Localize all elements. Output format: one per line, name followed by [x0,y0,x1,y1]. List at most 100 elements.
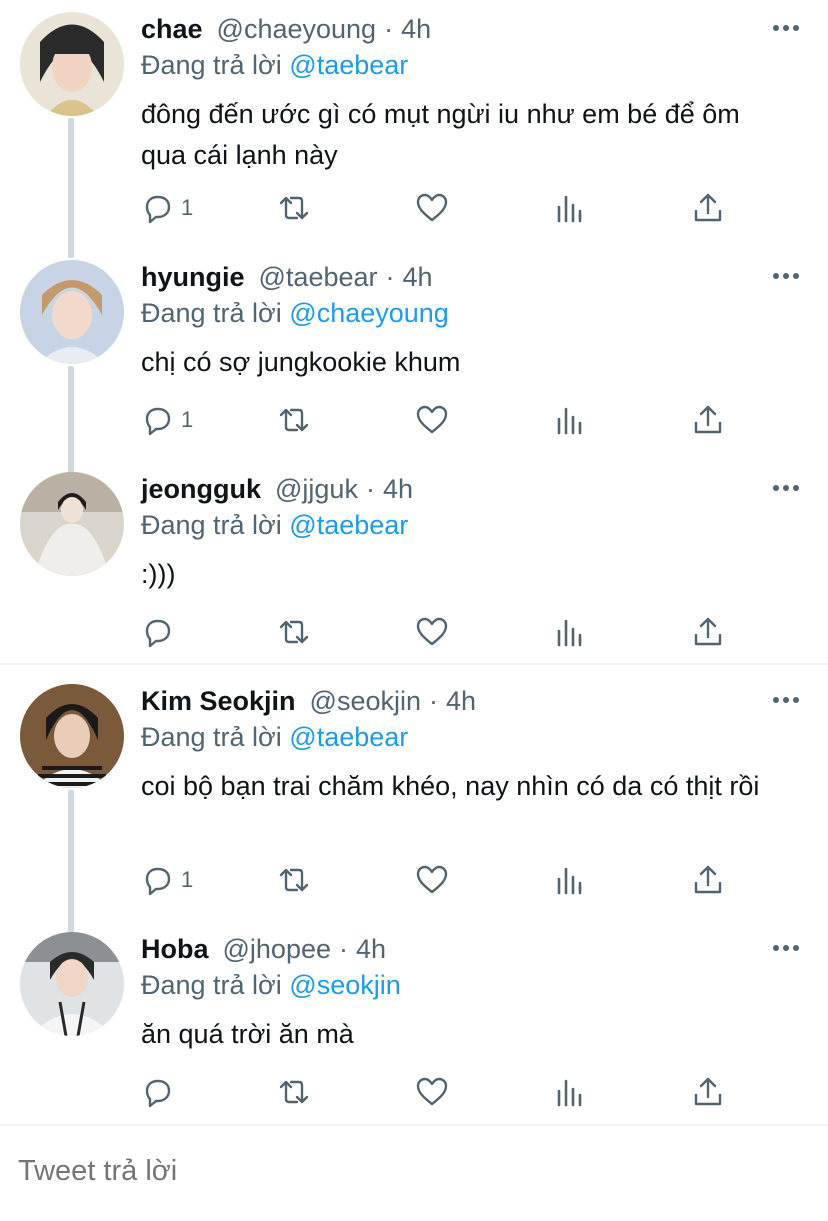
share-icon [694,617,722,646]
display-name[interactable]: jeongguk [141,474,261,504]
retweet-button[interactable] [277,402,311,438]
replying-to-label: Đang trả lời [141,510,282,540]
like-button[interactable] [415,862,449,898]
replying-to: Đang trả lời @taebear [141,508,408,542]
views-icon [557,195,582,223]
avatar[interactable] [20,932,124,1036]
display-name[interactable]: Kim Seokjin [141,686,296,716]
like-button[interactable] [415,402,449,438]
timestamp[interactable]: 4h [383,474,413,504]
reply-count: 1 [181,195,194,220]
reply-button[interactable]: 1 [141,402,193,438]
views-button[interactable] [553,402,587,438]
user-handle[interactable]: @jhopee [223,934,332,964]
tweet[interactable]: jeongguk @jjguk · 4h Đang trả lời @taebear … [0,460,828,664]
more-horizontal-icon[interactable] [772,18,800,38]
reply-button[interactable] [141,614,181,650]
retweet-button[interactable] [277,614,311,650]
share-icon [694,1077,722,1106]
user-handle[interactable]: @chaeyoung [217,14,377,44]
tweet[interactable]: Kim Seokjin @seokjin · 4h Đang trả lời @tae… [0,672,828,936]
views-icon [557,407,582,435]
user-handle[interactable]: @taebear [259,262,378,292]
reply-button[interactable]: 1 [141,190,193,226]
reply-icon [145,407,171,436]
mention-link[interactable]: @taebear [289,722,408,752]
retweet-icon [279,196,309,220]
reply-icon [145,867,171,896]
timestamp[interactable]: 4h [401,14,431,44]
tweet-header: Kim Seokjin @seokjin · 4h [141,684,476,718]
mention-link[interactable]: @seokjin [289,970,400,1000]
reply-count: 1 [181,867,194,892]
user-handle[interactable]: @seokjin [310,686,421,716]
share-icon [694,865,722,894]
user-handle[interactable]: @jjguk [275,474,358,504]
views-button[interactable] [553,862,587,898]
tweet-header: hyungie @taebear · 4h [141,260,433,294]
heart-icon [416,193,448,222]
separator-dot: · [385,262,395,292]
replying-to-label: Đang trả lời [141,722,282,752]
share-button[interactable] [691,862,725,898]
heart-icon [416,405,448,434]
views-button[interactable] [553,190,587,226]
tweet[interactable]: chae @chaeyoung · 4h Đang trả lời @taebear … [0,0,828,258]
replying-to: Đang trả lời @taebear [141,48,408,82]
mention-link[interactable]: @taebear [289,510,408,540]
like-button[interactable] [415,1074,449,1110]
tweet[interactable]: hyungie @taebear · 4h Đang trả lời @chaeyou… [0,248,828,476]
timestamp[interactable]: 4h [356,934,386,964]
more-horizontal-icon[interactable] [772,690,800,710]
reply-count: 1 [181,407,194,432]
separator-dot: · [365,474,375,504]
reply-input[interactable] [18,1155,798,1188]
share-button[interactable] [691,1074,725,1110]
replying-to-label: Đang trả lời [141,50,282,80]
retweet-button[interactable] [277,1074,311,1110]
heart-icon [416,865,448,894]
replying-to-label: Đang trả lời [141,970,282,1000]
timestamp[interactable]: 4h [403,262,433,292]
like-button[interactable] [415,190,449,226]
share-button[interactable] [691,190,725,226]
retweet-button[interactable] [277,862,311,898]
views-button[interactable] [553,1074,587,1110]
avatar[interactable] [20,684,124,788]
tweet[interactable]: Hoba @jhopee · 4h Đang trả lời @seokjin ăn … [0,920,828,1124]
views-icon [557,867,582,895]
thread-separator [0,663,828,665]
tweet-text: đông đến ước gì có mụt ngừi iu như em bé… [141,99,740,170]
share-icon [694,405,722,434]
display-name[interactable]: chae [141,14,203,44]
tweet-text: ăn quá trời ăn mà [141,1019,354,1049]
more-horizontal-icon[interactable] [772,478,800,498]
avatar[interactable] [20,260,124,364]
display-name[interactable]: hyungie [141,262,245,292]
share-button[interactable] [691,402,725,438]
reply-icon [145,1079,171,1108]
action-bar [141,1074,741,1110]
tweet-text: coi bộ bạn trai chăm khéo, nay nhìn có d… [141,771,760,801]
mention-link[interactable]: @taebear [289,50,408,80]
replying-to: Đang trả lời @chaeyoung [141,296,449,330]
tweet-header: chae @chaeyoung · 4h [141,12,431,46]
display-name[interactable]: Hoba [141,934,209,964]
reply-button[interactable]: 1 [141,862,193,898]
more-horizontal-icon[interactable] [772,266,800,286]
reply-composer [0,1125,828,1221]
timestamp[interactable]: 4h [446,686,476,716]
tweet-text: :))) [141,559,176,589]
share-button[interactable] [691,614,725,650]
tweet-header: jeongguk @jjguk · 4h [141,472,413,506]
retweet-icon [279,620,309,644]
views-button[interactable] [553,614,587,650]
retweet-button[interactable] [277,190,311,226]
avatar[interactable] [20,12,124,116]
more-horizontal-icon[interactable] [772,938,800,958]
separator-dot: · [384,14,394,44]
mention-link[interactable]: @chaeyoung [289,298,449,328]
avatar[interactable] [20,472,124,576]
reply-button[interactable] [141,1074,181,1110]
like-button[interactable] [415,614,449,650]
